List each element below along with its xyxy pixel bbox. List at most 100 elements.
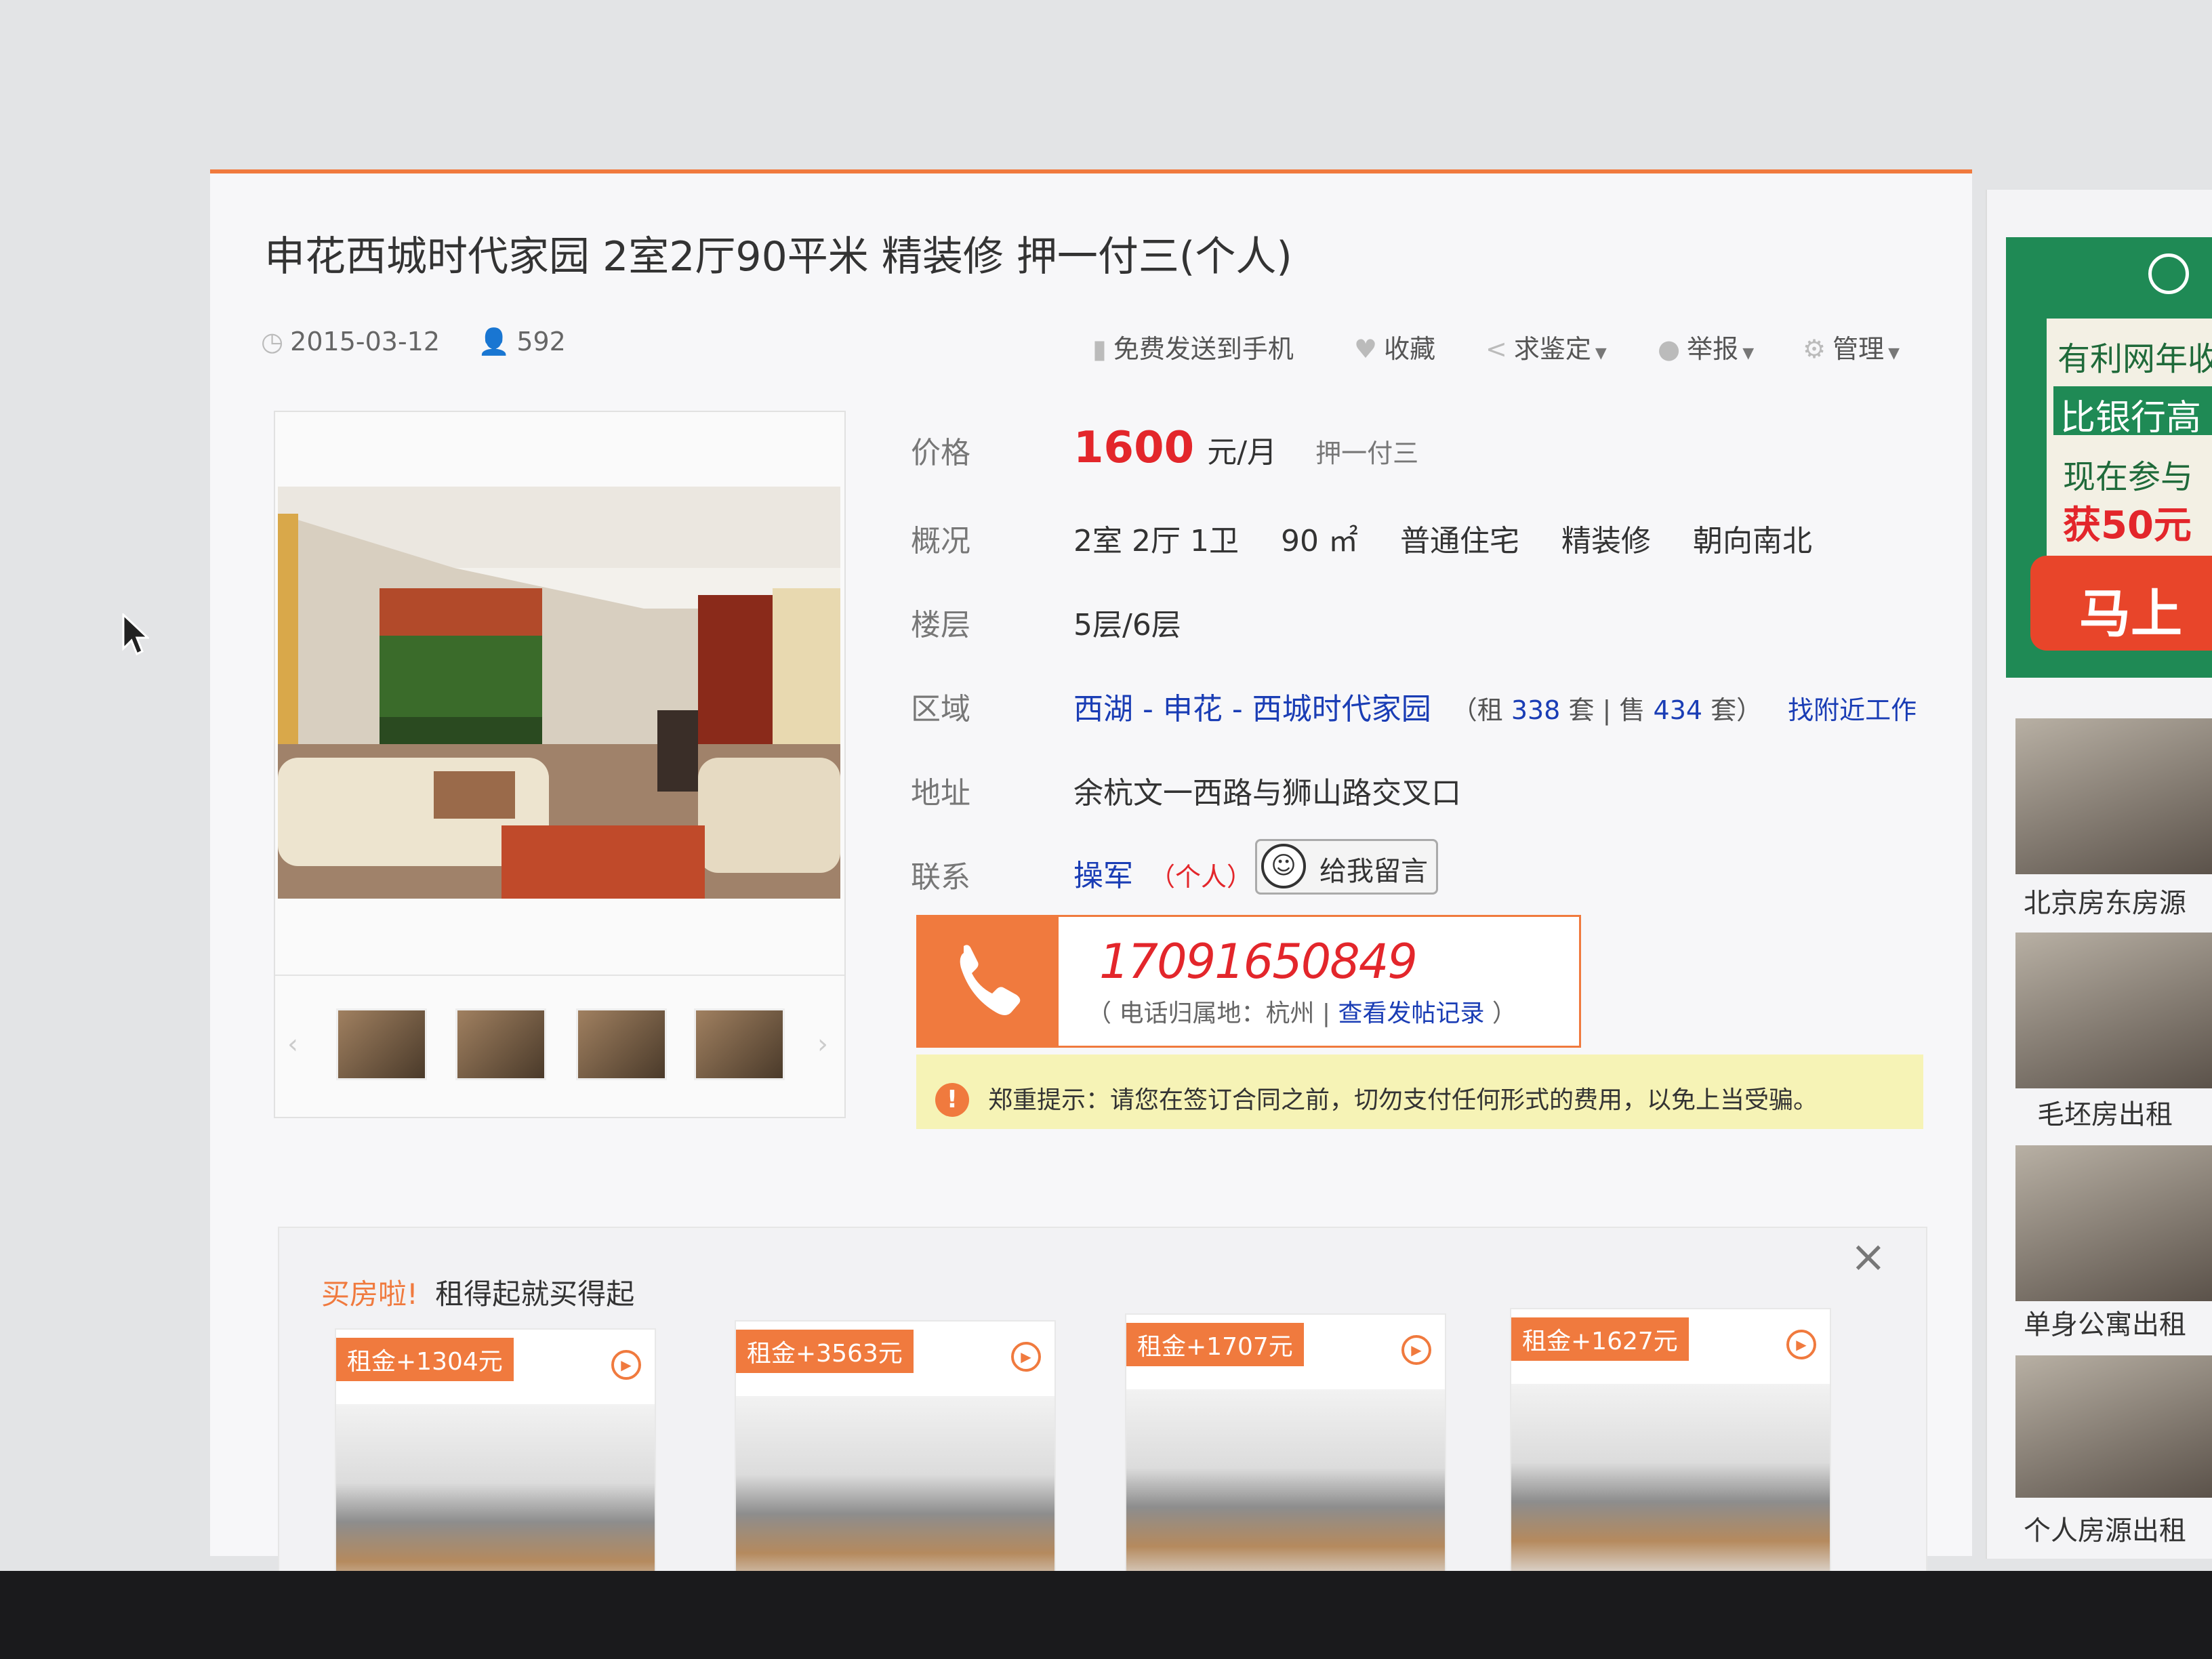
message-button[interactable]: ☺ 给我留言 bbox=[1255, 839, 1438, 895]
prev-arrow-icon[interactable]: ‹ bbox=[287, 1029, 298, 1060]
decoration: 精装修 bbox=[1561, 524, 1651, 558]
report-dropdown[interactable]: ● 举报 ▼ bbox=[1658, 328, 1754, 365]
sidebar-item-1-photo[interactable] bbox=[2015, 718, 2212, 874]
view-count: 👤 592 bbox=[478, 327, 566, 357]
promo-card-2[interactable]: 租金+3563元 ▶ bbox=[735, 1320, 1056, 1594]
phone-location: （ 电话归属地：杭州 | bbox=[1087, 1000, 1338, 1027]
play-icon[interactable]: ▶ bbox=[611, 1350, 641, 1380]
close-icon[interactable]: × bbox=[1850, 1232, 1887, 1282]
payment-terms: 押一付三 bbox=[1315, 438, 1419, 468]
play-icon[interactable]: ▶ bbox=[1786, 1330, 1816, 1359]
rent-prefix: （租 bbox=[1451, 695, 1503, 725]
sidebar-item-3-photo[interactable] bbox=[2015, 1145, 2212, 1301]
appraise-label: 求鉴定 bbox=[1513, 334, 1591, 364]
post-date: ◷ 2015-03-12 bbox=[261, 327, 440, 356]
price-unit: 元/月 bbox=[1207, 435, 1277, 470]
listing-title: 申花西城时代家园 2室2厅90平米 精装修 押一付三(个人) bbox=[264, 233, 1292, 281]
phone-location-end: ） bbox=[1484, 1000, 1517, 1027]
rent-suffix: 套 | 售 bbox=[1568, 695, 1645, 725]
price-row: 1600 元/月 押一付三 bbox=[1073, 423, 1418, 473]
chevron-down-icon: ▼ bbox=[1888, 345, 1900, 362]
ad-button-label: 马上 bbox=[2079, 583, 2182, 644]
promo-title-accent: 买房啦! bbox=[321, 1277, 418, 1311]
address-value: 余杭文一西路与狮山路交叉口 bbox=[1073, 776, 1461, 811]
sidebar-item-1-caption[interactable]: 北京房东房源 bbox=[2024, 881, 2186, 920]
message-button-label: 给我留言 bbox=[1319, 856, 1428, 887]
promo-card-photo bbox=[1126, 1389, 1445, 1586]
region-label: 区域 bbox=[911, 692, 970, 726]
post-history-link[interactable]: 查看发帖记录 bbox=[1338, 1000, 1484, 1027]
chevron-down-icon: ▼ bbox=[1742, 345, 1755, 362]
thumbnail-3[interactable] bbox=[576, 1008, 667, 1080]
sidebar-item-3-caption[interactable]: 单身公寓出租 bbox=[2024, 1303, 2186, 1342]
ad-line-3: 现在参与 bbox=[2063, 458, 2194, 496]
region-estate-link[interactable]: 西城时代家园 bbox=[1252, 692, 1431, 726]
overview-label: 概况 bbox=[911, 524, 970, 558]
address-label: 地址 bbox=[911, 776, 970, 811]
monitor-bezel bbox=[0, 1571, 2212, 1659]
play-icon[interactable]: ▶ bbox=[1401, 1335, 1431, 1365]
rent-count-link[interactable]: 338 bbox=[1511, 695, 1561, 725]
promo-card-3[interactable]: 租金+1707元 ▶ bbox=[1125, 1313, 1446, 1587]
ad-line-2: 比银行高 bbox=[2060, 398, 2202, 438]
promo-card-1[interactable]: 租金+1304元 ▶ bbox=[335, 1328, 656, 1602]
mouse-cursor-icon bbox=[122, 612, 150, 659]
appraise-dropdown[interactable]: < 求鉴定 ▼ bbox=[1486, 328, 1607, 365]
thumbnail-4[interactable] bbox=[694, 1008, 785, 1080]
ad-line-1: 有利网年收 bbox=[2057, 340, 2212, 378]
chevron-down-icon: ▼ bbox=[1595, 345, 1607, 362]
region-sep-2: - bbox=[1222, 692, 1252, 726]
region-sub-link[interactable]: 申花 bbox=[1163, 692, 1223, 726]
orientation: 朝向南北 bbox=[1692, 524, 1812, 558]
play-icon[interactable]: ▶ bbox=[1011, 1342, 1041, 1372]
favorite-label: 收藏 bbox=[1384, 334, 1436, 364]
clock-icon: ◷ bbox=[261, 327, 284, 356]
warning-text-row: 郑重提示：请您在签订合同之前，切勿支付任何形式的费用，以免上当受骗。 bbox=[988, 1080, 1818, 1115]
sale-count-link[interactable]: 434 bbox=[1654, 695, 1703, 725]
sidebar-item-2-photo[interactable] bbox=[2015, 933, 2212, 1088]
promo-card-4[interactable]: 租金+1627元 ▶ bbox=[1510, 1308, 1831, 1582]
region-district-link[interactable]: 西湖 bbox=[1073, 692, 1133, 726]
warning-icon: ! bbox=[935, 1083, 969, 1117]
price-label: 价格 bbox=[911, 436, 970, 470]
manage-dropdown[interactable]: ⚙ 管理 ▼ bbox=[1803, 328, 1900, 365]
area: 90 ㎡ bbox=[1280, 524, 1358, 558]
phone-info: （ 电话归属地：杭州 | 查看发帖记录 ） bbox=[1087, 994, 1517, 1029]
pin-icon: ● bbox=[1658, 334, 1681, 364]
send-to-phone-button[interactable]: ▮ 免费发送到手机 bbox=[1092, 328, 1294, 365]
phone-handset-icon bbox=[960, 945, 1021, 1015]
floor-label: 楼层 bbox=[911, 608, 970, 642]
main-photo[interactable] bbox=[278, 487, 840, 899]
sidebar-item-2-caption[interactable]: 毛坯房出租 bbox=[2037, 1092, 2173, 1132]
phone-icon-box bbox=[916, 915, 1059, 1048]
overview-row: 2室 2厅 1卫 90 ㎡ 普通住宅 精装修 朝向南北 bbox=[1073, 516, 1812, 560]
house-type: 普通住宅 bbox=[1399, 524, 1519, 558]
thumbnail-1[interactable] bbox=[336, 1008, 427, 1080]
ad-button[interactable]: 马上 bbox=[2030, 556, 2212, 651]
thumbnail-2[interactable] bbox=[455, 1008, 546, 1080]
contact-row: 操军 （个人） bbox=[1073, 851, 1252, 895]
manage-label: 管理 bbox=[1832, 334, 1885, 364]
region-row: 西湖 - 申花 - 西城时代家园 （租 338 套 | 售 434 套） 找附近… bbox=[1073, 684, 1917, 728]
favorite-button[interactable]: ♥ 收藏 bbox=[1354, 328, 1435, 365]
contact-type: （个人） bbox=[1149, 862, 1253, 892]
contact-name-link[interactable]: 操军 bbox=[1073, 859, 1133, 893]
post-date-text: 2015-03-12 bbox=[290, 327, 441, 356]
ad-line-4: 获50元 bbox=[2063, 504, 2192, 548]
promo-title-text: 租得起就买得起 bbox=[435, 1277, 635, 1311]
promo-card-badge: 租金+3563元 bbox=[736, 1330, 914, 1373]
sidebar-item-4-caption[interactable]: 个人房源出租 bbox=[2024, 1509, 2186, 1548]
next-arrow-icon[interactable]: › bbox=[817, 1029, 828, 1060]
smiley-icon: ☺ bbox=[1261, 844, 1306, 888]
sidebar-item-4-photo[interactable] bbox=[2015, 1355, 2212, 1498]
promo-card-photo bbox=[1511, 1384, 1830, 1580]
nearby-jobs-link[interactable]: 找附近工作 bbox=[1788, 695, 1917, 725]
send-to-phone-label: 免费发送到手机 bbox=[1113, 334, 1294, 364]
phone-icon: ▮ bbox=[1092, 334, 1107, 364]
rent-sale-counts: （租 338 套 | 售 434 套） bbox=[1452, 695, 1762, 725]
rooms: 2室 2厅 1卫 bbox=[1073, 524, 1239, 558]
promo-card-badge: 租金+1627元 bbox=[1511, 1317, 1689, 1361]
ad-banner[interactable]: 有利网年收 比银行高 现在参与 获50元 马上 bbox=[2006, 237, 2212, 678]
contact-label: 联系 bbox=[911, 860, 970, 895]
floor-value: 5层/6层 bbox=[1073, 608, 1181, 642]
